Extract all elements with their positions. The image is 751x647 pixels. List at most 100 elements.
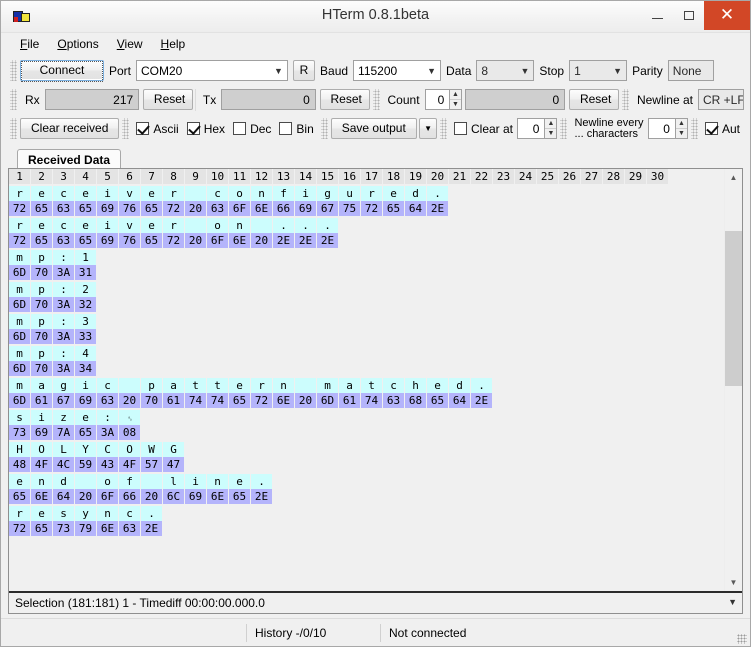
- hex-row[interactable]: 48 4F 4C 59 43 4F 57 47: [9, 457, 724, 472]
- ascii-cell[interactable]: i: [97, 218, 119, 233]
- hex-cell[interactable]: 69: [97, 233, 119, 248]
- ascii-cell[interactable]: n: [207, 474, 229, 489]
- hex-cell[interactable]: 6D: [9, 329, 31, 344]
- ascii-cell[interactable]: .: [251, 474, 273, 489]
- hex-cell[interactable]: 7A: [53, 425, 75, 440]
- hex-cell[interactable]: 64: [53, 489, 75, 504]
- ascii-cell[interactable]: e: [75, 410, 97, 425]
- hex-cell[interactable]: 20: [119, 393, 141, 408]
- save-output-dropdown[interactable]: ▼: [419, 118, 437, 139]
- data-bits-select[interactable]: 8 ▼: [476, 60, 535, 81]
- hex-cell[interactable]: 6E: [229, 233, 251, 248]
- ascii-cell[interactable]: h: [405, 378, 427, 393]
- hex-row[interactable]: 73 69 7A 65 3A 08: [9, 425, 724, 440]
- newline-at-select[interactable]: CR +LF: [697, 89, 744, 110]
- hex-cell[interactable]: 65: [9, 489, 31, 504]
- ascii-row[interactable]: HOLYCOWG: [9, 442, 724, 457]
- hex-cell[interactable]: 70: [31, 361, 53, 376]
- hex-cell[interactable]: 20: [295, 393, 317, 408]
- hex-cell[interactable]: 65: [31, 521, 53, 536]
- ascii-row[interactable]: end of line.: [9, 474, 724, 489]
- clear-at-stepper[interactable]: ▲ ▼: [545, 118, 558, 139]
- ascii-cell[interactable]: o: [229, 186, 251, 201]
- ascii-cell[interactable]: v: [119, 218, 141, 233]
- ascii-cell[interactable]: m: [9, 250, 31, 265]
- ascii-cell[interactable]: W: [141, 442, 163, 457]
- hex-cell[interactable]: 65: [229, 489, 251, 504]
- ascii-cell[interactable]: p: [31, 346, 53, 361]
- hex-row[interactable]: 6D 70 3A 32: [9, 297, 724, 312]
- menu-item-options[interactable]: Options: [48, 35, 107, 53]
- ascii-row[interactable]: mp:3: [9, 314, 724, 329]
- hex-cell[interactable]: 70: [31, 297, 53, 312]
- ascii-cell[interactable]: g: [317, 186, 339, 201]
- ascii-cell[interactable]: s: [9, 410, 31, 425]
- scroll-up-icon[interactable]: ▲: [725, 169, 742, 186]
- hex-cell[interactable]: 64: [405, 201, 427, 216]
- ascii-cell[interactable]: c: [383, 378, 405, 393]
- ascii-cell[interactable]: n: [31, 474, 53, 489]
- data-block[interactable]: receiver on ... 72 65 63 65 69 76 65 72 20 6F 6E 20 2…: [9, 218, 724, 248]
- hex-cell[interactable]: 72: [163, 201, 185, 216]
- ascii-cell[interactable]: 1: [75, 250, 97, 265]
- chevron-down-icon[interactable]: ▼: [728, 597, 737, 607]
- hex-cell[interactable]: 33: [75, 329, 97, 344]
- hex-cell[interactable]: 20: [75, 489, 97, 504]
- ascii-cell[interactable]: i: [31, 410, 53, 425]
- tab-received-data[interactable]: Received Data: [17, 149, 122, 170]
- hex-cell[interactable]: 08: [119, 425, 141, 440]
- hex-cell[interactable]: 69: [185, 489, 207, 504]
- ascii-cell[interactable]: i: [295, 186, 317, 201]
- hex-cell[interactable]: 72: [251, 393, 273, 408]
- hex-cell[interactable]: 76: [119, 233, 141, 248]
- hex-row[interactable]: 72 65 63 65 69 76 65 72 20 63 6F 6E 66 69 67 75 72 65 64 2E: [9, 201, 724, 216]
- ascii-cell[interactable]: e: [427, 378, 449, 393]
- hex-cell[interactable]: 6F: [207, 233, 229, 248]
- count-reset-button[interactable]: Reset: [568, 89, 619, 110]
- ascii-cell[interactable]: [119, 378, 141, 393]
- rescan-ports-button[interactable]: R: [293, 60, 316, 81]
- hex-cell[interactable]: 70: [141, 393, 163, 408]
- vertical-scrollbar[interactable]: ▲ ▼: [724, 169, 742, 591]
- ascii-cell[interactable]: [295, 378, 317, 393]
- scrollbar-thumb[interactable]: [725, 231, 742, 386]
- hex-cell[interactable]: 72: [163, 233, 185, 248]
- ascii-cell[interactable]: e: [229, 474, 251, 489]
- hex-cell[interactable]: 75: [339, 201, 361, 216]
- rx-reset-button[interactable]: Reset: [142, 89, 193, 110]
- menu-item-file[interactable]: File: [11, 35, 48, 53]
- hex-cell[interactable]: 66: [273, 201, 295, 216]
- hex-cell[interactable]: 65: [141, 233, 163, 248]
- hex-cell[interactable]: 6D: [9, 361, 31, 376]
- ascii-row[interactable]: mp:1: [9, 250, 724, 265]
- ascii-cell[interactable]: i: [75, 378, 97, 393]
- hex-cell[interactable]: 61: [163, 393, 185, 408]
- scroll-down-icon[interactable]: ▼: [725, 574, 742, 591]
- hex-row[interactable]: 6D 70 3A 34: [9, 361, 724, 376]
- ascii-cell[interactable]: t: [361, 378, 383, 393]
- ascii-cell[interactable]: v: [119, 186, 141, 201]
- hex-cell[interactable]: 65: [31, 233, 53, 248]
- data-block[interactable]: m p:4 6D 70 3A 34: [9, 346, 724, 376]
- ascii-cell[interactable]: p: [31, 282, 53, 297]
- clear-at-checkbox[interactable]: Clear at: [450, 122, 517, 136]
- ascii-cell[interactable]: [251, 218, 273, 233]
- hex-cell[interactable]: 74: [361, 393, 383, 408]
- ascii-cell[interactable]: z: [53, 410, 75, 425]
- ascii-checkbox[interactable]: Ascii: [132, 122, 182, 136]
- ascii-cell[interactable]: C: [97, 442, 119, 457]
- ascii-row[interactable]: receiver configured.: [9, 186, 724, 201]
- hex-cell[interactable]: 6D: [9, 297, 31, 312]
- ascii-cell[interactable]: n: [97, 506, 119, 521]
- hex-cell[interactable]: 2E: [295, 233, 317, 248]
- ascii-cell[interactable]: c: [97, 378, 119, 393]
- data-block[interactable]: end of l i n e. 65 6E 64 20 6F 66 20 6C 69 6E 65 2E: [9, 474, 724, 504]
- hex-cell[interactable]: 6D: [9, 265, 31, 280]
- hex-cell[interactable]: 2E: [141, 521, 163, 536]
- ascii-cell[interactable]: g: [53, 378, 75, 393]
- ascii-cell[interactable]: m: [9, 314, 31, 329]
- count-stepper[interactable]: ▲ ▼: [450, 89, 462, 110]
- hex-cell[interactable]: 70: [31, 265, 53, 280]
- ascii-cell[interactable]: n: [273, 378, 295, 393]
- ascii-cell[interactable]: e: [383, 186, 405, 201]
